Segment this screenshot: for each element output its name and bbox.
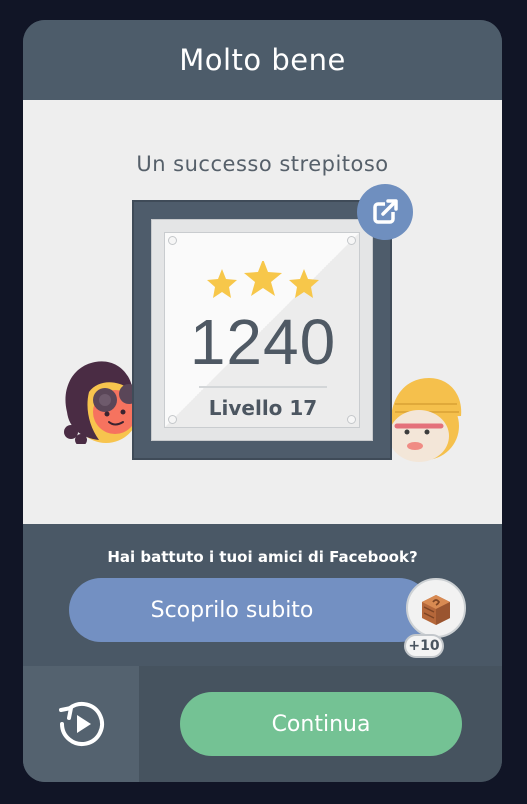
- facebook-section: Hai battuto i tuoi amici di Facebook? Sc…: [23, 524, 502, 666]
- left-character-avatar: [64, 361, 139, 444]
- continue-button-label: Continua: [271, 711, 371, 737]
- share-button[interactable]: [357, 184, 413, 240]
- action-bar: Continua: [23, 666, 502, 782]
- reward-badge: +10: [404, 634, 444, 658]
- replay-button[interactable]: [23, 666, 139, 782]
- score-plaque: 1240 Livello 17: [164, 232, 360, 428]
- score-value: 1240: [189, 306, 337, 378]
- results-card: Molto bene Un successo strepitoso 1240 L…: [23, 20, 502, 782]
- right-character-avatar: [389, 378, 462, 462]
- star-icon: [289, 269, 319, 298]
- star-icon: [244, 261, 282, 296]
- result-panel: Un successo strepitoso 1240 Livello 17: [23, 100, 502, 524]
- star-icon: [207, 269, 237, 298]
- header: Molto bene: [23, 20, 502, 100]
- share-icon: [373, 198, 399, 224]
- discover-button-label: Scoprilo subito: [150, 597, 314, 623]
- score-frame: 1240 Livello 17: [132, 200, 392, 460]
- reward-crate: [406, 578, 466, 638]
- continue-button[interactable]: Continua: [180, 692, 462, 756]
- discover-button[interactable]: Scoprilo subito: [69, 578, 431, 642]
- replay-icon: [59, 702, 104, 746]
- level-label: Livello 17: [208, 396, 318, 420]
- result-subtitle: Un successo strepitoso: [136, 152, 389, 176]
- page-title: Molto bene: [179, 43, 346, 77]
- crate-icon: [422, 595, 450, 625]
- divider: [199, 386, 327, 388]
- facebook-prompt: Hai battuto i tuoi amici di Facebook?: [107, 548, 418, 566]
